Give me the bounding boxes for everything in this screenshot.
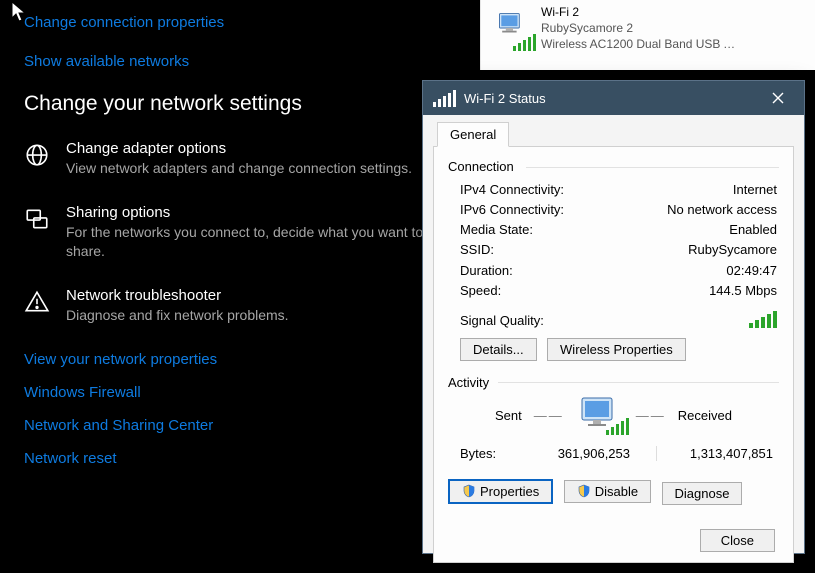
shield-icon — [577, 484, 591, 498]
group-activity: Activity Sent —— — [448, 375, 779, 461]
bytes-received: 1,313,407,851 — [663, 446, 777, 461]
sent-label: Sent — [495, 408, 522, 423]
row-duration: Duration:02:49:47 — [460, 261, 777, 281]
netcard-adapter: Wireless AC1200 Dual Band USB A... — [541, 36, 741, 52]
dialog-title: Wi-Fi 2 Status — [464, 91, 756, 106]
tab-general[interactable]: General — [437, 122, 509, 147]
option-sharing[interactable]: Sharing options For the networks you con… — [24, 204, 434, 261]
row-ipv4: IPv4 Connectivity:Internet — [460, 180, 777, 200]
option-title: Change adapter options — [66, 140, 434, 157]
tab-strip: General — [433, 121, 794, 147]
bytes-sent: 361,906,253 — [520, 446, 650, 461]
disable-button[interactable]: Disable — [564, 480, 651, 503]
signal-icon — [433, 90, 456, 107]
shield-icon — [462, 484, 476, 498]
received-label: Received — [678, 408, 732, 423]
group-connection: Connection IPv4 Connectivity:Internet IP… — [448, 159, 779, 361]
close-icon[interactable] — [756, 83, 800, 113]
row-ssid: SSID:RubySycamore — [460, 240, 777, 260]
option-title: Sharing options — [66, 204, 434, 221]
row-speed: Speed:144.5 Mbps — [460, 281, 777, 301]
option-desc: Diagnose and fix network problems. — [66, 306, 434, 325]
group-label: Activity — [448, 375, 779, 390]
close-button[interactable]: Close — [700, 529, 775, 552]
tab-panel-general: Connection IPv4 Connectivity:Internet IP… — [433, 147, 794, 563]
option-desc: For the networks you connect to, decide … — [66, 223, 434, 261]
option-desc: View network adapters and change connect… — [66, 159, 434, 178]
properties-button[interactable]: Properties — [448, 479, 553, 504]
row-signal-quality: Signal Quality: — [448, 311, 779, 328]
wireless-properties-button[interactable]: Wireless Properties — [547, 338, 686, 361]
group-label: Connection — [448, 159, 779, 174]
signal-bars-icon — [749, 311, 777, 328]
diagnose-button[interactable]: Diagnose — [662, 482, 743, 505]
row-media-state: Media State:Enabled — [460, 220, 777, 240]
row-bytes: Bytes: 361,906,253 1,313,407,851 — [448, 446, 779, 461]
control-panel-strip: Wi-Fi 2 RubySycamore 2 Wireless AC1200 D… — [480, 0, 815, 70]
warning-icon — [24, 289, 50, 315]
monitor-icon — [576, 396, 624, 436]
globe-icon — [24, 142, 50, 168]
row-ipv6: IPv6 Connectivity:No network access — [460, 200, 777, 220]
network-adapter-icon — [495, 10, 531, 46]
dialog-titlebar[interactable]: Wi-Fi 2 Status — [423, 81, 804, 115]
option-change-adapter[interactable]: Change adapter options View network adap… — [24, 140, 434, 178]
option-title: Network troubleshooter — [66, 287, 434, 304]
network-card-wifi2[interactable]: Wi-Fi 2 RubySycamore 2 Wireless AC1200 D… — [491, 2, 751, 55]
option-troubleshooter[interactable]: Network troubleshooter Diagnose and fix … — [24, 287, 434, 325]
netcard-name: Wi-Fi 2 — [541, 4, 741, 20]
details-button[interactable]: Details... — [460, 338, 537, 361]
wifi-status-dialog: Wi-Fi 2 Status General Connection IPv4 C… — [422, 80, 805, 554]
activity-graphic: Sent —— —— Received — [448, 396, 779, 436]
sharing-icon — [24, 206, 50, 232]
netcard-ssid: RubySycamore 2 — [541, 20, 741, 36]
